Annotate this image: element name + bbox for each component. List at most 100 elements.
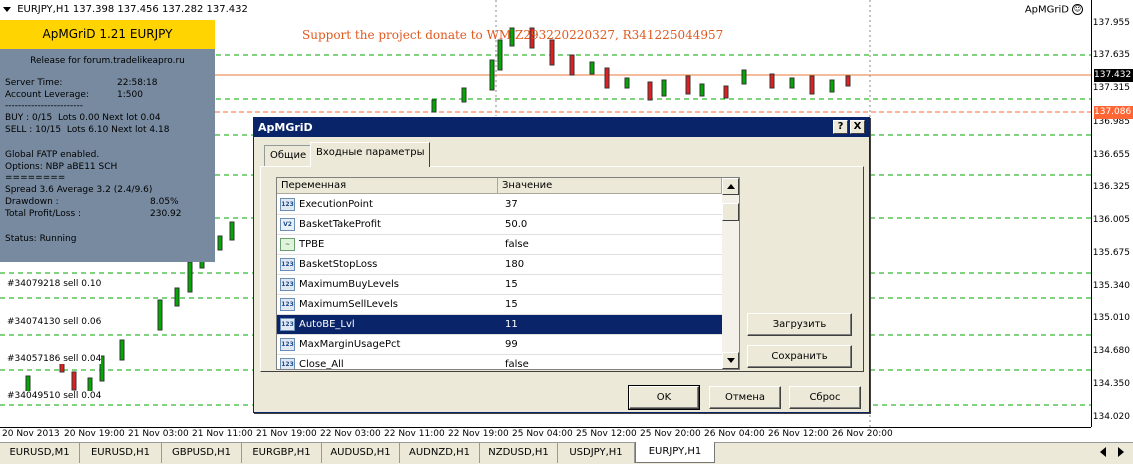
expert-properties-dialog[interactable]: ApMGriD ? X Общие Входные параметры Пере… bbox=[253, 117, 870, 413]
parameter-value[interactable]: 37 bbox=[505, 195, 518, 214]
parameter-row[interactable]: 123 MaximumBuyLevels 15 bbox=[277, 275, 722, 295]
parameter-row[interactable]: ~ TPBE false bbox=[277, 235, 722, 255]
time-tick: 25 Nov 20:00 bbox=[640, 429, 701, 439]
price-tick: 134.350 bbox=[1092, 379, 1130, 389]
smiley-icon: ☺ bbox=[1072, 4, 1083, 15]
ohlc-values: 137.398 137.456 137.282 137.432 bbox=[72, 4, 248, 15]
tabs-scroll-left-icon[interactable] bbox=[1100, 447, 1106, 457]
expert-name: ApMGriD bbox=[1024, 4, 1069, 16]
ok-button[interactable]: OK bbox=[628, 385, 700, 410]
parameter-row[interactable]: V2 BasketTakeProfit 50.0 bbox=[277, 215, 722, 235]
symbol-text: EURJPY,H1 bbox=[17, 4, 70, 15]
dialog-titlebar[interactable]: ApMGriD ? X bbox=[254, 118, 869, 137]
time-tick: 26 Nov 20:00 bbox=[832, 429, 893, 439]
symbol-tab[interactable]: GBPUSD,H1 bbox=[162, 443, 242, 463]
tab-pane: Переменная Значение 123 ExecutionPoint 37 V… bbox=[260, 166, 864, 372]
price-tick: 136.005 bbox=[1092, 215, 1130, 225]
cancel-button[interactable]: Отмена bbox=[709, 386, 781, 409]
load-button[interactable]: Загрузить bbox=[747, 313, 852, 336]
symbol-tab[interactable]: USDJPY,H1 bbox=[558, 443, 635, 463]
ea-release: Release for forum.tradelikeapro.ru bbox=[30, 56, 185, 66]
parameter-name: MaximumSellLevels bbox=[299, 299, 398, 310]
parameter-name: TPBE bbox=[299, 239, 325, 250]
price-tick: 137.315 bbox=[1092, 83, 1130, 93]
parameter-row[interactable]: 123 ExecutionPoint 37 bbox=[277, 195, 722, 215]
integer-type-icon: 123 bbox=[280, 278, 295, 291]
parameters-grid[interactable]: Переменная Значение 123 ExecutionPoint 37 V… bbox=[276, 177, 740, 370]
scroll-down-button[interactable] bbox=[722, 352, 739, 369]
parameter-value[interactable]: 180 bbox=[505, 255, 524, 274]
reset-button[interactable]: Сброс bbox=[789, 386, 861, 409]
double-type-icon: V2 bbox=[280, 218, 295, 231]
parameter-value[interactable]: false bbox=[505, 355, 529, 369]
parameter-row[interactable]: 123 BasketStopLoss 180 bbox=[277, 255, 722, 275]
profit-value: 230.92 bbox=[150, 209, 182, 219]
chart-symbol-label: EURJPY,H1 137.398 137.456 137.282 137.43… bbox=[3, 4, 248, 15]
ea-info-panel: ApMGriD 1.21 EURJPY Release for forum.tr… bbox=[0, 20, 215, 262]
time-axis[interactable]: 20 Nov 2013 20 Nov 19:00 21 Nov 03:00 21… bbox=[0, 427, 1091, 442]
price-tick: 135.675 bbox=[1092, 248, 1130, 258]
buy-status: BUY : 0/15 Lots 0.00 Next lot 0.04 bbox=[5, 113, 161, 123]
parameter-row[interactable]: 123 AutoBE_Lvl 11 bbox=[277, 315, 722, 335]
level-price-box: 137.086 bbox=[1094, 106, 1133, 119]
symbol-tab[interactable]: EURUSD,H1 bbox=[80, 443, 162, 463]
symbol-tab[interactable]: EURUSD,M1 bbox=[0, 443, 80, 463]
symbol-tab[interactable]: AUDNZD,H1 bbox=[400, 443, 480, 463]
time-tick: 26 Nov 12:00 bbox=[768, 429, 829, 439]
parameter-value[interactable]: 99 bbox=[505, 335, 518, 354]
leverage-label: Account Leverage: bbox=[5, 90, 89, 100]
price-axis[interactable]: 137.955 137.635 137.315 136.985 136.655 … bbox=[1091, 0, 1133, 427]
parameter-value[interactable]: 11 bbox=[505, 315, 518, 334]
order-label: #34049510 sell 0.04 bbox=[7, 391, 102, 401]
drawdown-label: Drawdown : bbox=[5, 197, 59, 207]
options-status: Options: NBP aBE11 SCH bbox=[5, 162, 118, 172]
price-tick: 136.655 bbox=[1092, 150, 1130, 160]
parameter-name: AutoBE_Lvl bbox=[299, 319, 355, 330]
price-tick: 137.635 bbox=[1092, 50, 1130, 60]
profit-label: Total Profit/Loss : bbox=[5, 209, 82, 219]
save-button[interactable]: Сохранить bbox=[747, 345, 852, 368]
expert-label[interactable]: ApMGriD ☺ bbox=[1025, 4, 1083, 16]
symbol-tabs-bar: EURUSD,M1 EURUSD,H1 GBPUSD,H1 EURGBP,H1 AUDU… bbox=[0, 442, 1133, 464]
parameter-row[interactable]: 123 MaxMarginUsagePct 99 bbox=[277, 335, 722, 355]
price-tick: 134.680 bbox=[1092, 346, 1130, 356]
boolean-type-icon: ~ bbox=[280, 238, 295, 251]
tab-input-parameters[interactable]: Входные параметры bbox=[310, 142, 431, 167]
price-tick: 134.020 bbox=[1092, 412, 1130, 422]
symbol-tab[interactable]: EURGBP,H1 bbox=[242, 443, 322, 463]
parameter-row[interactable]: 123 Close_All false bbox=[277, 355, 722, 370]
column-header-value[interactable]: Значение bbox=[498, 178, 722, 194]
integer-type-icon: 123 bbox=[280, 298, 295, 311]
scroll-thumb[interactable] bbox=[722, 203, 739, 221]
help-button[interactable]: ? bbox=[833, 120, 848, 134]
column-header-variable[interactable]: Переменная bbox=[277, 178, 498, 194]
scroll-up-button[interactable] bbox=[722, 178, 739, 195]
parameter-row[interactable]: 123 MaximumSellLevels 15 bbox=[277, 295, 722, 315]
server-time-value: 22:58:18 bbox=[117, 78, 158, 88]
symbol-tab[interactable]: EURJPY,H1 bbox=[635, 442, 715, 463]
parameter-value[interactable]: 15 bbox=[505, 275, 518, 294]
integer-type-icon: 123 bbox=[280, 258, 295, 271]
time-tick: 22 Nov 03:00 bbox=[320, 429, 381, 439]
tabs-scroll-right-icon[interactable] bbox=[1118, 447, 1124, 457]
integer-type-icon: 123 bbox=[280, 358, 295, 369]
dropdown-arrow-icon bbox=[3, 6, 11, 12]
parameter-name: BasketStopLoss bbox=[299, 259, 378, 270]
spread-status: Spread 3.6 Average 3.2 (2.4/9.6) bbox=[5, 185, 153, 195]
sell-status: SELL : 10/15 Lots 6.10 Next lot 4.18 bbox=[5, 125, 170, 135]
integer-type-icon: 123 bbox=[280, 198, 295, 211]
parameter-value[interactable]: 50.0 bbox=[505, 215, 527, 234]
symbol-tab[interactable]: AUDUSD,H1 bbox=[322, 443, 400, 463]
parameter-value[interactable]: false bbox=[505, 235, 529, 254]
price-tick: 135.010 bbox=[1092, 313, 1130, 323]
symbol-tab[interactable]: NZDUSD,H1 bbox=[480, 443, 558, 463]
time-tick: 21 Nov 11:00 bbox=[192, 429, 253, 439]
dialog-title: ApMGriD bbox=[258, 121, 313, 134]
integer-type-icon: 123 bbox=[280, 318, 295, 331]
parameter-name: Close_All bbox=[299, 359, 344, 370]
parameter-value[interactable]: 15 bbox=[505, 295, 518, 314]
tab-common[interactable]: Общие bbox=[264, 145, 313, 166]
close-button[interactable]: X bbox=[850, 120, 865, 134]
grid-scrollbar[interactable] bbox=[722, 178, 739, 369]
fatp-status: Global FATP enabled. bbox=[5, 150, 100, 160]
